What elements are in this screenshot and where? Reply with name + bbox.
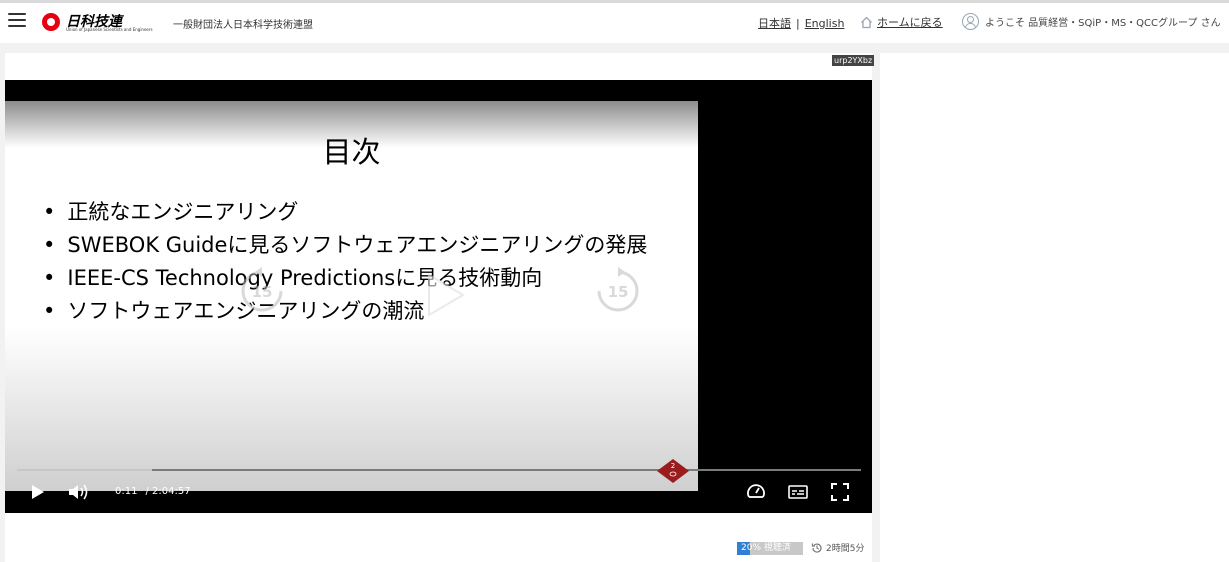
language-switcher: 日本語 | English <box>758 15 844 31</box>
rewind-15-button[interactable]: 15 <box>237 266 287 316</box>
slide-bullet: ソフトウェアエンジニアリングの潮流 <box>43 295 647 328</box>
slide-bullet: SWEBOK Guideに見るソフトウェアエンジニアリングの発展 <box>43 229 647 262</box>
right-panel <box>880 53 1229 562</box>
home-link[interactable]: ホームに戻る <box>877 14 943 30</box>
seek-buffer <box>17 469 153 471</box>
logo-mark-icon <box>42 13 60 31</box>
current-time: 0:11 <box>115 486 138 497</box>
forward-15-button[interactable]: 15 <box>593 266 643 316</box>
menu-icon[interactable] <box>8 13 26 29</box>
home-icon <box>861 16 872 28</box>
site-header: 日科技連 Union of Japanese Scientists and En… <box>0 3 1229 43</box>
lang-ja-link[interactable]: 日本語 <box>758 17 791 30</box>
seek-bar[interactable] <box>17 469 861 471</box>
center-play-button[interactable] <box>425 272 467 318</box>
subtitles-icon[interactable] <box>788 482 808 502</box>
chapter-marker[interactable]: 2 <box>655 458 691 484</box>
logo-subtext: Union of Japanese Scientists and Enginee… <box>66 27 153 32</box>
watch-progress-badge: 20% 視聴済 <box>737 542 803 555</box>
video-card: urp2YXbz 目次 正統なエンジニアリング SWEBOK Guideに見るソ… <box>5 53 875 562</box>
play-icon[interactable] <box>27 482 47 502</box>
org-name: 一般財団法人日本科学技術連盟 <box>173 20 313 31</box>
video-duration: 2時間5分 <box>811 541 864 554</box>
fullscreen-icon[interactable] <box>830 482 850 502</box>
chapter-number: 2 <box>670 462 676 470</box>
rewind-label: 15 <box>252 283 273 301</box>
watch-progress-label: 20% 視聴済 <box>741 543 791 553</box>
user-greeting-text: ようこそ 品質経営・SQiP・MS・QCCグループ さん <box>985 18 1221 29</box>
video-player[interactable]: 目次 正統なエンジニアリング SWEBOK Guideに見るソフトウェアエンジニ… <box>5 80 872 513</box>
forward-label: 15 <box>608 283 629 301</box>
lang-separator: | <box>796 17 800 30</box>
volume-icon[interactable] <box>67 482 91 502</box>
time-display: 0:11 / 2:04:57 <box>115 486 191 497</box>
user-greeting[interactable]: ようこそ 品質経営・SQiP・MS・QCCグループ さん <box>962 13 1221 30</box>
slide-title: 目次 <box>322 135 381 169</box>
user-avatar-icon <box>962 13 979 30</box>
video-duration-label: 2時間5分 <box>826 544 865 554</box>
slide-bullets: 正統なエンジニアリング SWEBOK Guideに見るソフトウェアエンジニアリン… <box>43 196 647 328</box>
total-time: / 2:04:57 <box>145 486 191 497</box>
lang-en-link[interactable]: English <box>805 17 845 30</box>
playback-speed-icon[interactable] <box>746 482 766 502</box>
video-id-badge: urp2YXbz <box>832 55 875 66</box>
home-link-group: ホームに戻る <box>860 14 943 30</box>
history-icon <box>811 542 822 553</box>
slide-bullet: 正統なエンジニアリング <box>43 196 647 229</box>
slide-bullet: IEEE-CS Technology Predictionsに見る技術動向 <box>43 262 647 295</box>
